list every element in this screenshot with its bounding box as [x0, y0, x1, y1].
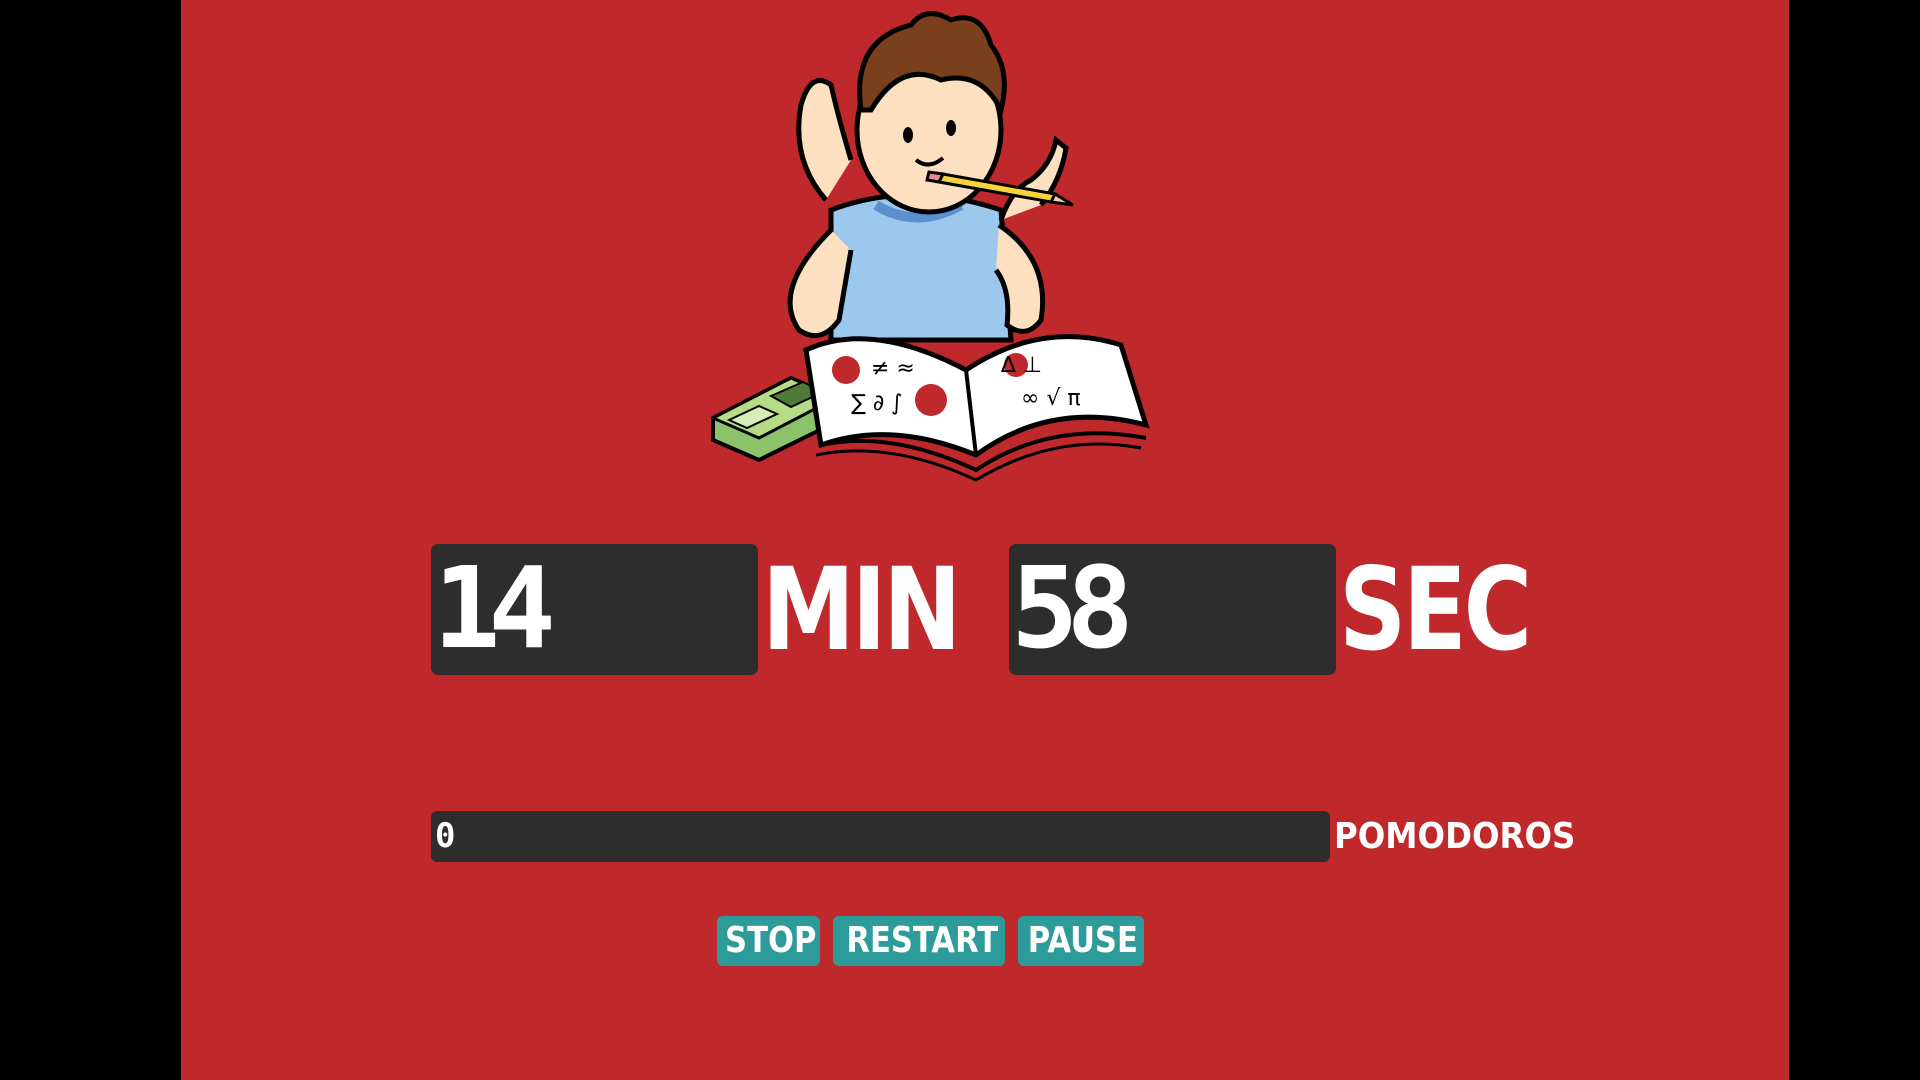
seconds-label: SEC: [1339, 543, 1532, 676]
restart-button-label: RESTART: [846, 920, 999, 961]
svg-text:∞ √ π: ∞ √ π: [1021, 386, 1081, 411]
svg-text:∑ ∂ ∫: ∑ ∂ ∫: [851, 391, 903, 416]
book-icon: ≠ ≈ ∑ ∂ ∫ ∆ ⊥ ∞ √ π: [803, 334, 1150, 482]
pomodoro-app: ≠ ≈ ∑ ∂ ∫ ∆ ⊥ ∞ √ π 14 MIN 58 SEC 0 POMO…: [181, 0, 1789, 1080]
svg-text:∆ ⊥: ∆ ⊥: [1000, 353, 1042, 378]
pomodoro-count: 0: [435, 816, 456, 856]
pomodoro-counter-bar: 0: [431, 811, 1330, 862]
svg-text:≠ ≈: ≠ ≈: [871, 356, 915, 381]
stop-button[interactable]: STOP: [717, 916, 820, 966]
minutes-label: MIN: [762, 543, 961, 676]
pause-button-label: PAUSE: [1027, 920, 1138, 961]
stop-button-label: STOP: [725, 920, 817, 961]
pause-button[interactable]: PAUSE: [1018, 916, 1144, 966]
restart-button[interactable]: RESTART: [833, 916, 1005, 966]
minutes-display: 14: [431, 544, 758, 675]
student-studying-illustration: ≠ ≈ ∑ ∂ ∫ ∆ ⊥ ∞ √ π: [711, 11, 1150, 482]
pomodoros-label: POMODOROS: [1334, 816, 1576, 857]
seconds-display: 58: [1009, 544, 1336, 675]
